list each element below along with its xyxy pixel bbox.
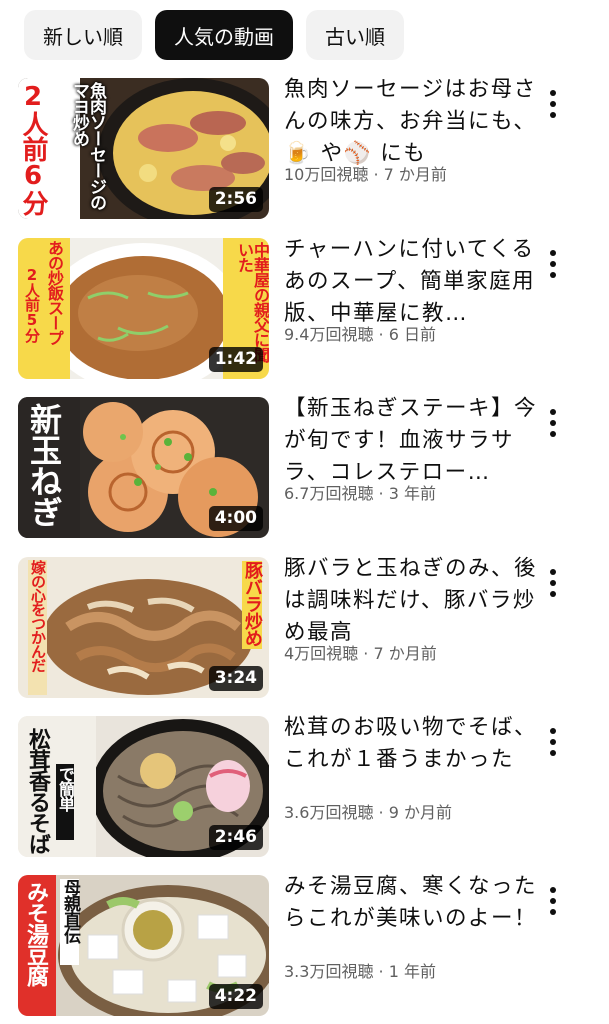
chip-oldest[interactable]: 古い順 [306, 10, 404, 60]
thumbnail-text: 松茸香るそば [25, 728, 50, 854]
video-title[interactable]: みそ湯豆腐、寒くなったらこれが美味いのよー！ [284, 871, 544, 935]
video-duration: 1:42 [208, 347, 263, 372]
video-duration: 4:22 [208, 984, 263, 1009]
thumbnail-text: 嫁の心をつかんだ [28, 560, 47, 695]
more-options-icon[interactable] [538, 724, 568, 778]
thumbnail-text: 2人前6分 [18, 82, 48, 215]
video-title[interactable]: 豚バラと玉ねぎのみ、後は調味料だけ、豚バラ炒め最高 [284, 553, 544, 649]
video-title[interactable]: 松茸のお吸い物でそば、これが１番うまかった [284, 712, 544, 776]
thumbnail-text: 母親直伝 [60, 879, 80, 965]
video-thumbnail[interactable]: みそ湯豆腐 母親直伝 4:22 [18, 875, 269, 1016]
thumbnail-text: みそ湯豆腐 [23, 881, 48, 986]
chip-newest[interactable]: 新しい順 [24, 10, 142, 60]
video-thumbnail[interactable]: 魚肉ソーセージのマヨ炒め 2人前6分 2:56 [18, 78, 269, 219]
video-title[interactable]: 【新玉ねぎステーキ】今が旬です！血液サラサラ、コレステロー… [284, 393, 544, 489]
thumbnail-text: あの炒飯スープ [45, 240, 64, 345]
thumbnail-text: で簡単 [56, 764, 75, 840]
video-item[interactable]: 新玉ねぎ 4:00 【新玉ねぎステーキ】今が旬です！血液サラサラ、コレステロー…… [18, 396, 609, 539]
video-meta: 10万回視聴 · 7 か月前 [284, 165, 447, 184]
more-options-icon[interactable] [538, 86, 568, 140]
more-options-icon[interactable] [538, 883, 568, 937]
video-thumbnail[interactable]: あの炒飯スープ 2人前5分 中華屋の親父に聞いた 1:42 [18, 238, 269, 379]
video-duration: 2:46 [208, 825, 263, 850]
thumbnail-text: 魚肉ソーセージのマヨ炒め [69, 82, 106, 210]
thumbnail-text: 新玉ねぎ [25, 403, 63, 527]
video-item[interactable]: あの炒飯スープ 2人前5分 中華屋の親父に聞いた 1:42 チャーハンに付いてく… [18, 237, 609, 380]
video-item[interactable]: 松茸香るそば で簡単 2:46 松茸のお吸い物でそば、これが１番うまかった 3.… [18, 715, 609, 858]
video-title[interactable]: チャーハンに付いてくるあのスープ、簡単家庭用版、中華屋に教… [284, 234, 544, 330]
more-options-icon[interactable] [538, 565, 568, 619]
video-meta: 4万回視聴 · 7 か月前 [284, 644, 437, 663]
video-thumbnail[interactable]: 松茸香るそば で簡単 2:46 [18, 716, 269, 857]
video-item[interactable]: 嫁の心をつかんだ 豚バラ炒め 3:24 豚バラと玉ねぎのみ、後は調味料だけ、豚バ… [18, 556, 609, 699]
chip-popular[interactable]: 人気の動画 [155, 10, 293, 60]
more-options-icon[interactable] [538, 405, 568, 459]
thumbnail-text: 2人前5分 [23, 266, 41, 342]
video-duration: 4:00 [208, 506, 263, 531]
video-item[interactable]: みそ湯豆腐 母親直伝 4:22 みそ湯豆腐、寒くなったらこれが美味いのよー！ 3… [18, 874, 609, 1017]
sort-chips: 新しい順 人気の動画 古い順 [24, 10, 404, 60]
video-meta: 3.6万回視聴 · 9 か月前 [284, 803, 452, 822]
video-meta: 3.3万回視聴 · 1 年前 [284, 962, 436, 981]
video-duration: 2:56 [208, 187, 263, 212]
video-title[interactable]: 魚肉ソーセージはお母さんの味方、お弁当にも、🍺 や⚾ にも [284, 74, 544, 170]
video-item[interactable]: 魚肉ソーセージのマヨ炒め 2人前6分 2:56 魚肉ソーセージはお母さんの味方、… [18, 77, 609, 220]
video-meta: 6.7万回視聴 · 3 年前 [284, 484, 436, 503]
video-thumbnail[interactable]: 嫁の心をつかんだ 豚バラ炒め 3:24 [18, 557, 269, 698]
more-options-icon[interactable] [538, 246, 568, 300]
video-meta: 9.4万回視聴 · 6 日前 [284, 325, 436, 344]
video-duration: 3:24 [208, 666, 263, 691]
video-thumbnail[interactable]: 新玉ねぎ 4:00 [18, 397, 269, 538]
thumbnail-text: 豚バラ炒め [242, 561, 263, 649]
